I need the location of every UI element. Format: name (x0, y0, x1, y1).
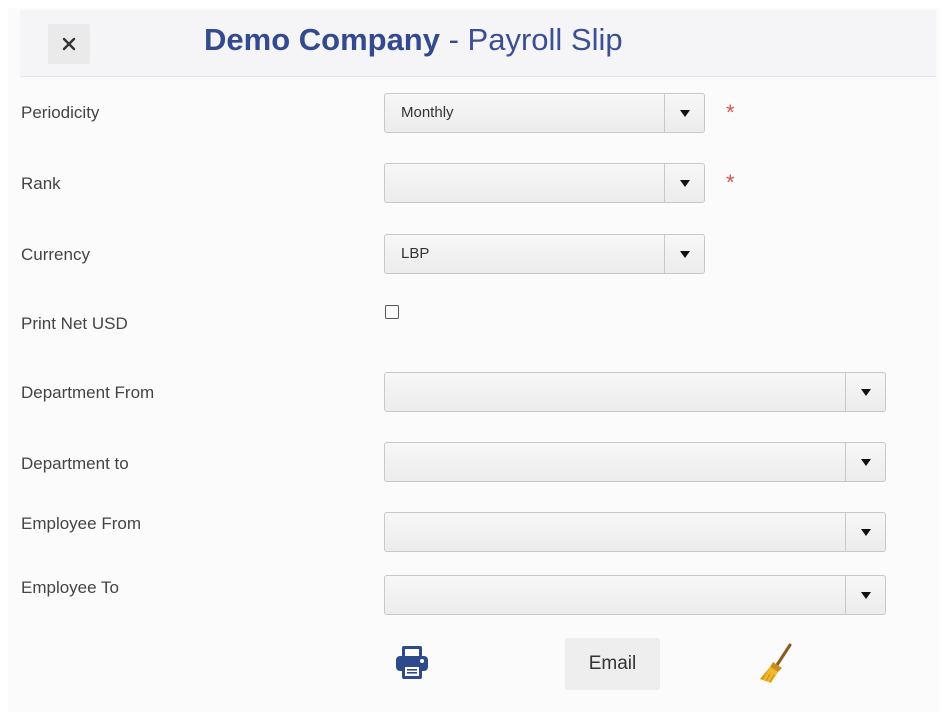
chevron-down-icon (679, 109, 690, 117)
employee-to-label: Employee To (21, 578, 119, 597)
department-to-label: Department to (21, 454, 129, 473)
employee-to-select[interactable] (384, 575, 886, 615)
department-from-dropdown-arrow[interactable] (845, 373, 885, 411)
company-name: Demo Company (204, 22, 440, 57)
chevron-down-icon (860, 458, 871, 466)
periodicity-required-marker: * (726, 100, 735, 125)
chevron-down-icon (679, 250, 690, 258)
employee-to-dropdown-arrow[interactable] (845, 576, 885, 614)
chevron-down-icon (860, 528, 871, 536)
title-separator: - (439, 22, 468, 57)
page-title: Demo Company - Payroll Slip (204, 20, 623, 60)
department-from-label: Department From (21, 383, 155, 402)
chevron-down-icon (860, 388, 871, 396)
currency-dropdown-arrow[interactable] (664, 235, 704, 273)
print-icon (396, 646, 428, 679)
employee-from-select[interactable] (384, 512, 886, 552)
rank-required-marker: * (726, 170, 735, 195)
report-title: Payroll Slip (467, 22, 623, 57)
print-button[interactable] (393, 645, 431, 681)
department-to-select[interactable] (384, 442, 886, 482)
rank-label: Rank (21, 174, 61, 193)
broom-icon (760, 643, 792, 683)
employee-from-dropdown-arrow[interactable] (845, 513, 885, 551)
periodicity-dropdown-arrow[interactable] (664, 94, 704, 132)
currency-select[interactable]: LBP (384, 234, 705, 274)
department-from-select[interactable] (384, 372, 886, 412)
employee-from-label: Employee From (21, 514, 141, 533)
email-button[interactable]: Email (565, 638, 660, 690)
print-net-usd-checkbox[interactable] (385, 305, 399, 319)
periodicity-label: Periodicity (21, 103, 100, 122)
chevron-down-icon (679, 179, 690, 187)
periodicity-value: Monthly (401, 104, 454, 121)
rank-dropdown-arrow[interactable] (664, 164, 704, 202)
close-icon (62, 37, 76, 51)
close-button[interactable] (48, 24, 90, 64)
periodicity-select[interactable]: Monthly (384, 93, 705, 133)
print-net-usd-label: Print Net USD (21, 314, 128, 333)
currency-label: Currency (21, 245, 90, 264)
department-to-dropdown-arrow[interactable] (845, 443, 885, 481)
currency-value: LBP (401, 245, 430, 262)
rank-select[interactable] (384, 163, 705, 203)
clear-button[interactable] (757, 643, 795, 685)
chevron-down-icon (860, 591, 871, 599)
